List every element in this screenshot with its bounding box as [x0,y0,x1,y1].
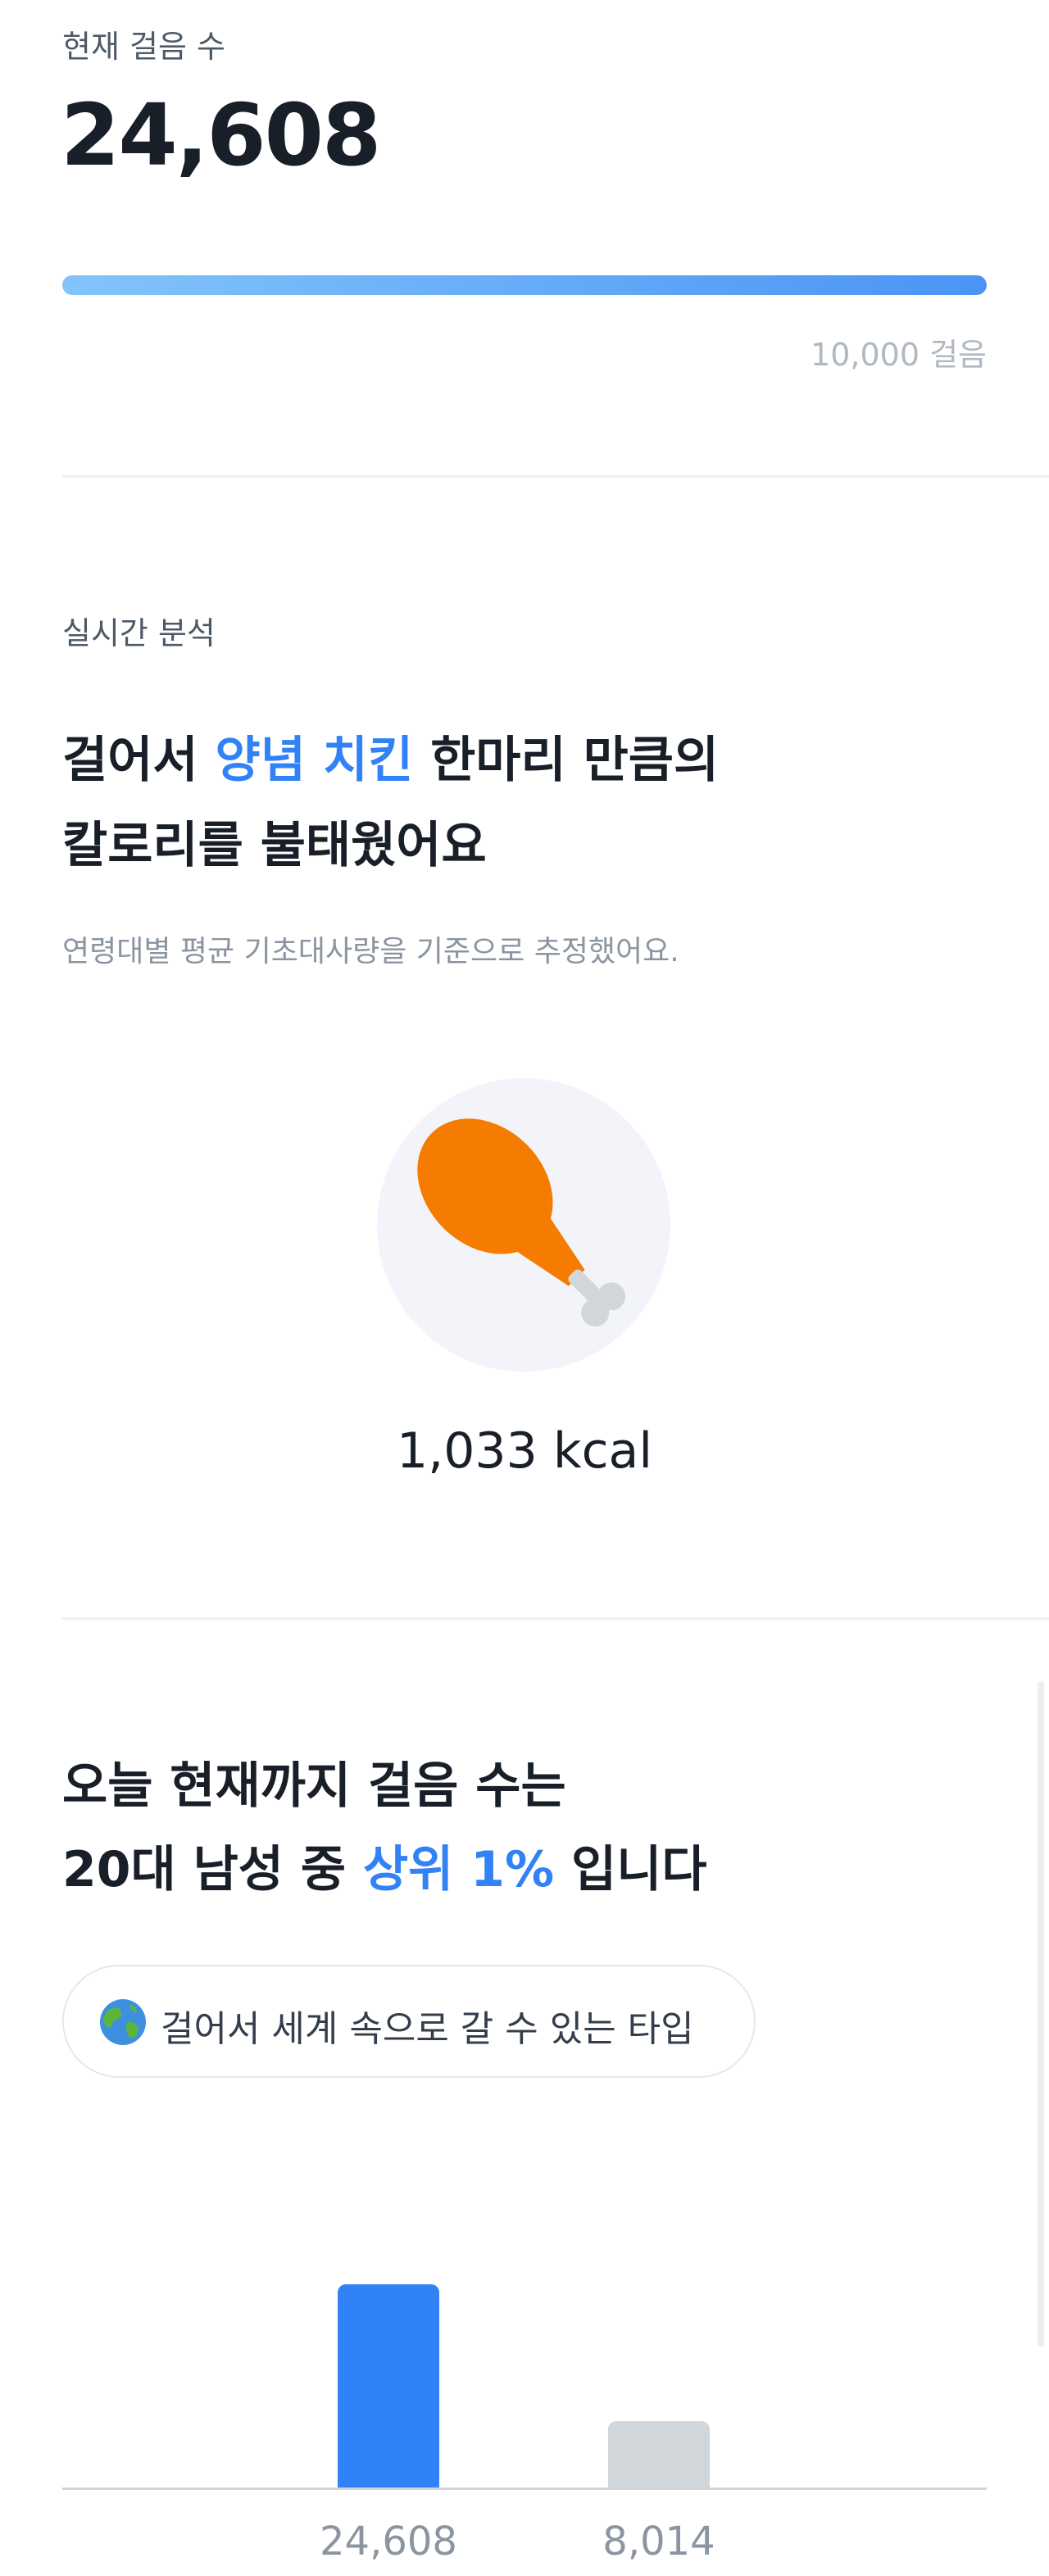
ranking-suffix: 입니다 [554,1841,707,1898]
headline-suffix: 한마리 만큼의 [413,732,720,789]
walker-type-label: 걸어서 세계 속으로 갈 수 있는 타입 [161,2008,694,2050]
calorie-headline-line1: 걸어서 양념 치킨 한마리 만큼의 [62,718,719,803]
ranking-headline-line1: 오늘 현재까지 걸음 수는 [62,1757,566,1815]
estimation-note: 연령대별 평균 기초대사량을 기준으로 추정했어요. [62,935,679,968]
section-divider [62,475,1049,478]
chart-bar [338,2284,439,2488]
headline-prefix: 걸어서 [62,732,216,789]
chart-tick-label: 24,608 [320,2519,457,2565]
chart-baseline [62,2488,987,2490]
section-divider [62,1617,1049,1620]
calorie-headline-line2: 칼로리를 불태웠어요 [62,817,487,874]
calorie-value: 1,033 kcal [396,1422,652,1480]
steps-progress-fill [62,275,987,295]
steps-goal-label: 10,000 걸음 [811,337,987,373]
headline-food-name: 양념 치킨 [215,732,414,789]
ranking-headline-line2: 20대 남성 중 상위 1% 입니다 [62,1827,707,1912]
steps-value: 24,608 [61,85,381,185]
scrollbar[interactable] [1038,1681,1044,2347]
ranking-prefix: 20대 남성 중 [62,1841,363,1898]
steps-progress-bar [62,275,987,295]
chart-bar [608,2421,710,2488]
chart-tick-label: 8,014 [602,2519,715,2565]
section-label-analysis: 실시간 분석 [62,615,216,651]
steps-label: 현재 걸음 수 [62,29,225,65]
ranking-percentile: 상위 1% [362,1841,555,1898]
globe-icon [100,1999,146,2045]
chicken-drumstick-icon [417,1118,626,1327]
